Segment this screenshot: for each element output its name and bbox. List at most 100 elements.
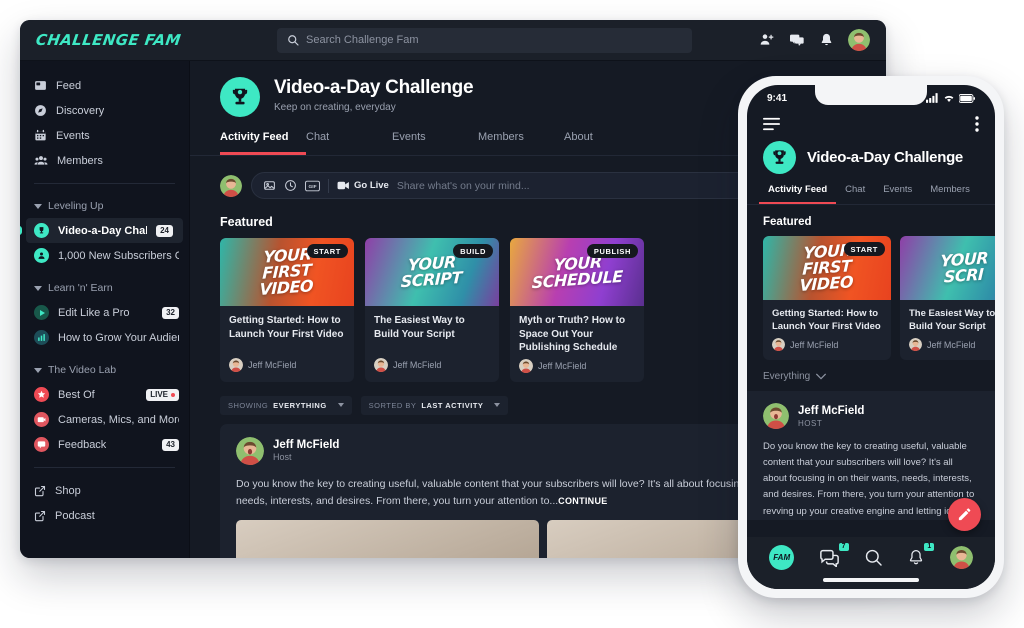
kebab-menu-icon[interactable] bbox=[975, 116, 979, 132]
image-icon[interactable] bbox=[263, 179, 276, 192]
sidebar-item-video-a-day-challenge[interactable]: Video-a-Day Challenge 24 bbox=[20, 218, 183, 243]
post-author[interactable]: Jeff McField bbox=[798, 405, 864, 417]
tabbar-item-chat[interactable]: 7 bbox=[819, 542, 849, 567]
search-icon bbox=[865, 549, 882, 566]
sidebar-label: Podcast bbox=[55, 509, 95, 522]
calendar-icon bbox=[35, 129, 46, 141]
showing-filter-dropdown[interactable]: SHOWING EVERYTHING bbox=[220, 395, 352, 415]
showing-value: EVERYTHING bbox=[273, 400, 327, 410]
featured-card[interactable]: YOUR SCRI The Easiest Way to Build Your … bbox=[900, 236, 995, 360]
sidebar-item-1000-new-subscribers[interactable]: 1,000 New Subscribers Cha bbox=[20, 243, 189, 268]
fam-logo-icon: FAM bbox=[769, 544, 795, 570]
chat-icon[interactable] bbox=[789, 32, 805, 48]
featured-card[interactable]: YOUR SCHEDULE PUBLISH Myth or Truth? How… bbox=[510, 238, 644, 382]
sidebar-item-feed[interactable]: Feed bbox=[20, 73, 189, 98]
sidebar-item-members[interactable]: Members bbox=[20, 148, 189, 173]
app-logo[interactable]: CHALLENGE FAM bbox=[20, 31, 211, 49]
bell-icon[interactable] bbox=[819, 32, 834, 48]
star-icon bbox=[34, 387, 49, 402]
mobile-group-header: Video-a-Day Challenge bbox=[747, 132, 995, 184]
battery-icon bbox=[959, 93, 975, 103]
status-indicators bbox=[926, 93, 975, 103]
sorted-value: LAST ACTIVITY bbox=[421, 400, 484, 410]
sidebar-label: Video-a-Day Challenge bbox=[58, 224, 148, 237]
avatar[interactable] bbox=[236, 436, 264, 465]
tab-about[interactable]: About bbox=[564, 131, 650, 155]
card-body: The Easiest Way to Build Your Script Jef… bbox=[365, 306, 499, 381]
gif-icon[interactable]: GIF bbox=[305, 180, 320, 192]
post-author-block: Jeff McField Host bbox=[273, 439, 339, 462]
sidebar-item-edit-like-a-pro[interactable]: Edit Like a Pro 32 bbox=[20, 300, 189, 325]
card-badge: PUBLISH bbox=[586, 244, 638, 258]
sidebar-section-learn-n-earn[interactable]: Learn 'n' Earn bbox=[20, 276, 189, 300]
sidebar-item-podcast[interactable]: Podcast bbox=[20, 503, 189, 528]
sidebar-item-cameras-mics-and-more[interactable]: Cameras, Mics, and More bbox=[20, 407, 189, 432]
tab-members[interactable]: Members bbox=[921, 184, 979, 204]
sidebar-section-label: The Video Lab bbox=[48, 364, 117, 376]
add-person-icon[interactable] bbox=[759, 32, 775, 48]
featured-card[interactable]: YOUR FIRST VIDEO START Getting Started: … bbox=[220, 238, 354, 382]
mobile-screen: 9:41 Video-a-Day Challenge Activity Feed… bbox=[747, 85, 995, 589]
sidebar-section-the-video-lab[interactable]: The Video Lab bbox=[20, 358, 189, 382]
hamburger-menu-icon[interactable] bbox=[763, 117, 780, 131]
wifi-icon bbox=[944, 95, 954, 103]
featured-card[interactable]: YOUR FIRST VIDEO START Getting Started: … bbox=[763, 236, 891, 360]
card-thumbnail: YOUR FIRST VIDEO START bbox=[763, 236, 891, 300]
post-image[interactable] bbox=[236, 520, 539, 558]
avatar[interactable] bbox=[220, 174, 242, 197]
thumbnail-text: YOUR FIRST VIDEO bbox=[259, 244, 314, 299]
live-label: LIVE bbox=[150, 390, 168, 399]
sidebar-item-events[interactable]: Events bbox=[20, 123, 189, 148]
go-live-label: Go Live bbox=[354, 180, 389, 191]
sidebar-badge: 43 bbox=[162, 438, 179, 451]
tab-chat[interactable]: Chat bbox=[306, 131, 392, 155]
camera-icon bbox=[34, 412, 49, 427]
tab-events[interactable]: Events bbox=[874, 184, 921, 204]
tabbar-item-home[interactable]: FAM bbox=[769, 544, 795, 570]
avatar[interactable] bbox=[848, 29, 870, 51]
sidebar-section-label: Leveling Up bbox=[48, 200, 104, 212]
featured-card[interactable]: YOUR SCRIPT BUILD The Easiest Way to Bui… bbox=[365, 238, 499, 382]
tabbar-item-search[interactable] bbox=[864, 548, 883, 567]
card-thumbnail: YOUR SCHEDULE PUBLISH bbox=[510, 238, 644, 306]
chevron-down-icon bbox=[337, 403, 344, 407]
sidebar-badge-live: LIVE bbox=[146, 388, 179, 401]
tab-activity-feed[interactable]: Activity Feed bbox=[220, 131, 306, 155]
sorted-by-filter-dropdown[interactable]: SORTED BY LAST ACTIVITY bbox=[360, 395, 509, 415]
card-title: The Easiest Way to Build Your Script bbox=[374, 315, 465, 340]
tab-members[interactable]: Members bbox=[478, 131, 564, 155]
sidebar-item-shop[interactable]: Shop bbox=[20, 478, 189, 503]
top-bar-icons bbox=[759, 29, 886, 51]
clock-icon[interactable] bbox=[284, 179, 297, 192]
search-input[interactable]: Search Challenge Fam bbox=[277, 27, 692, 53]
sidebar-item-how-to-grow-your-audience[interactable]: How to Grow Your Audienc bbox=[20, 325, 189, 350]
external-link-icon bbox=[34, 510, 46, 521]
tab-chat[interactable]: Chat bbox=[836, 184, 874, 204]
post-role: HOST bbox=[798, 418, 823, 428]
mobile-filter-dropdown[interactable]: Everything bbox=[747, 360, 995, 391]
card-author: Jeff McField bbox=[374, 358, 490, 372]
card-author: Jeff McField bbox=[229, 358, 345, 372]
play-icon bbox=[34, 305, 49, 320]
post-author[interactable]: Jeff McField bbox=[273, 439, 339, 451]
post-continue-link[interactable]: CONTINUE bbox=[558, 496, 607, 506]
tab-activity-feed[interactable]: Activity Feed bbox=[759, 184, 837, 204]
tabbar-item-notifications[interactable]: 1 bbox=[907, 542, 935, 567]
external-link-icon bbox=[34, 485, 46, 496]
avatar[interactable] bbox=[763, 403, 789, 429]
card-body: Myth or Truth? How to Space Out Your Pub… bbox=[510, 306, 644, 382]
sidebar-label: 1,000 New Subscribers Cha bbox=[58, 249, 179, 262]
compass-icon bbox=[35, 105, 46, 116]
go-live-button[interactable]: Go Live bbox=[337, 180, 389, 191]
tab-events[interactable]: Events bbox=[392, 131, 478, 155]
sidebar-item-best-of[interactable]: Best Of LIVE bbox=[20, 382, 189, 407]
author-name: Jeff McField bbox=[790, 339, 839, 350]
sidebar-section-leveling-up[interactable]: Leveling Up bbox=[20, 194, 189, 218]
sidebar-item-feedback[interactable]: Feedback 43 bbox=[20, 432, 189, 457]
card-body: The Easiest Way to Build Your Script Jef… bbox=[900, 300, 995, 360]
card-thumbnail: YOUR SCRIPT BUILD bbox=[365, 238, 499, 306]
create-post-fab[interactable] bbox=[948, 498, 981, 531]
tabbar-item-profile[interactable] bbox=[949, 545, 973, 569]
sidebar-item-discovery[interactable]: Discovery bbox=[20, 98, 189, 123]
status-time: 9:41 bbox=[767, 92, 788, 104]
